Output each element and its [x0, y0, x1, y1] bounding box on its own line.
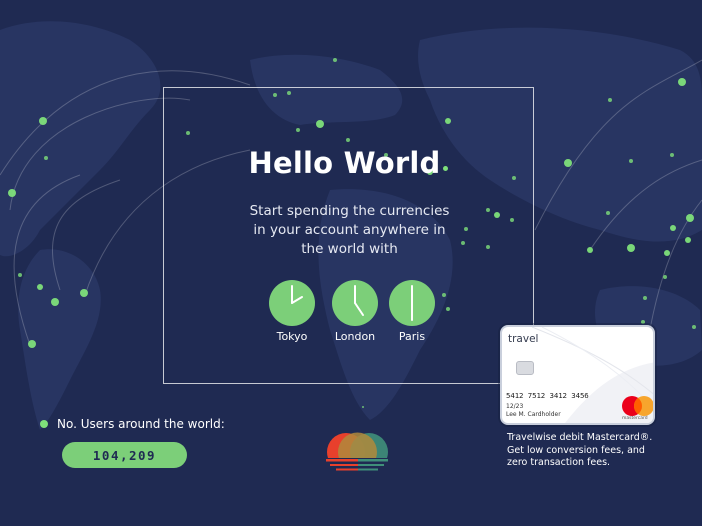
clock-label-paris: Paris — [398, 330, 426, 343]
map-dot — [670, 225, 676, 231]
map-dot — [608, 98, 612, 102]
map-dot — [8, 189, 16, 197]
map-dot — [627, 244, 635, 252]
map-dot — [641, 320, 645, 324]
users-dot-icon — [40, 420, 48, 428]
card-caption: Travelwise debit Mastercard®. Get low co… — [507, 432, 653, 468]
clock-tokyo: Tokyo — [268, 280, 316, 343]
map-dot — [686, 214, 694, 222]
clock-label-tokyo: Tokyo — [276, 330, 308, 343]
map-dot — [37, 284, 43, 290]
map-dot — [333, 58, 337, 62]
map-dot — [685, 237, 691, 243]
hero-subtitle: Start spending the currencies in your ac… — [249, 203, 450, 257]
map-dot — [692, 325, 696, 329]
map-dot — [663, 275, 667, 279]
clock-row: Tokyo London Paris — [268, 280, 436, 350]
clock-icon — [269, 280, 315, 326]
map-dot — [643, 296, 647, 300]
card-brand: travel — [508, 333, 539, 345]
map-dot — [629, 159, 633, 163]
map-south-america — [18, 249, 101, 430]
map-dot — [18, 273, 22, 277]
map-dot — [670, 153, 674, 157]
card-network: mastercard — [622, 416, 648, 421]
users-label-text: No. Users around the world: — [57, 417, 225, 431]
map-dot — [28, 340, 36, 348]
map-dot — [606, 211, 610, 215]
card-expiry: 12/23 — [506, 403, 524, 410]
hero-panel: Hello World Start spending the currencie… — [163, 87, 534, 384]
sunrise-logo-icon — [326, 432, 388, 471]
clock-icon — [389, 280, 435, 326]
clock-paris: Paris — [388, 280, 436, 343]
card-holder: Lee M. Cardholder — [506, 411, 561, 418]
card-number: 5412 7512 3412 3456 — [506, 391, 589, 400]
map-dot — [564, 159, 572, 167]
map-dot — [39, 117, 47, 125]
chip-icon — [516, 361, 534, 375]
title-dot-icon — [443, 166, 449, 171]
map-dot — [678, 78, 686, 86]
map-dot — [80, 289, 88, 297]
map-dot — [664, 250, 670, 256]
hero-title: Hello World — [164, 146, 533, 180]
map-dot — [51, 298, 59, 306]
debit-card: travel 5412 7512 3412 3456 12/23 Lee M. … — [500, 325, 655, 425]
clock-london: London — [331, 280, 379, 343]
map-dot — [587, 247, 593, 253]
map-dot — [44, 156, 48, 160]
map-dot — [362, 406, 364, 408]
users-label: No. Users around the world: — [40, 417, 225, 431]
clock-label-london: London — [334, 330, 376, 343]
clock-icon — [332, 280, 378, 326]
users-count-badge: 104,209 — [62, 442, 187, 468]
